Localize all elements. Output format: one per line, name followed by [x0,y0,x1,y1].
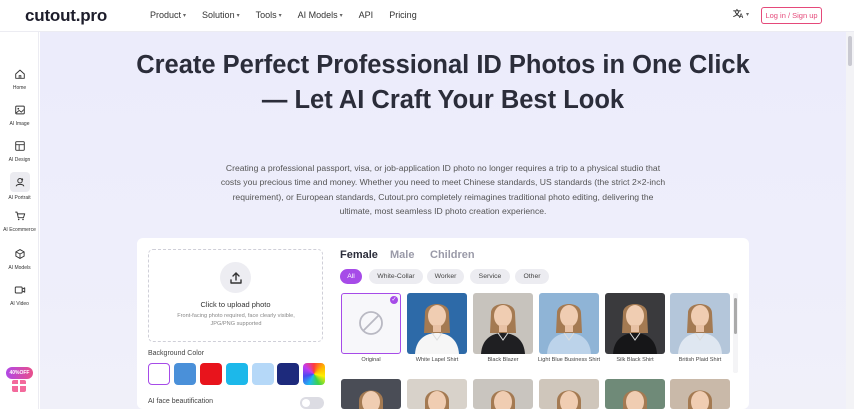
category-tab-worker[interactable]: Worker [427,269,464,284]
upload-hint: Front-facing photo required, face clearl… [177,313,295,327]
models-icon[interactable] [12,246,28,262]
style-card[interactable] [407,379,467,409]
chevron-down-icon[interactable]: ▾ [340,12,343,19]
portrait-image[interactable] [539,293,599,354]
image-icon[interactable] [12,102,28,118]
nav-item-pricing[interactable]: Pricing [389,10,417,20]
upload-title[interactable]: Click to upload photo [148,300,323,309]
tab-male[interactable]: Male [390,249,414,261]
sidebar-item-ai-video[interactable]: AI Video [0,282,39,307]
style-card[interactable] [605,379,665,409]
portrait-image[interactable] [407,293,467,354]
chevron-down-icon[interactable]: ▾ [279,12,282,19]
category-tab-service[interactable]: Service [470,269,510,284]
hero-description: Creating a professional passport, visa, … [220,163,666,216]
chevron-down-icon[interactable]: ▾ [183,12,186,19]
style-card-label: Black Blazer [487,357,519,363]
gift-icon[interactable] [12,380,26,392]
sidebar-item-home[interactable]: Home [0,66,39,91]
style-card-label: British Plaid Shirt [678,357,722,363]
portrait-image[interactable] [670,293,730,354]
sidebar-item-label[interactable]: Home [13,85,26,91]
background-swatch[interactable] [226,363,248,385]
nav-item-product[interactable]: Product ▾ [150,10,186,20]
discount-badge[interactable]: 40%OFF [6,367,33,379]
page-scrollbar[interactable] [846,32,854,409]
cart-icon[interactable] [12,208,28,224]
sidebar-item-label[interactable]: AI Design [9,157,31,163]
sidebar-item-ai-models[interactable]: AI Models [0,246,39,271]
sidebar-item-ai-ecommerce[interactable]: AI Ecommerce [0,208,39,233]
style-card-black-blazer[interactable] [473,293,533,354]
login-signup-button[interactable]: Log in / Sign up [761,7,822,24]
main-nav: Product ▾ Solution ▾ Tools ▾ AI Models ▾ API Pric… [150,10,433,20]
sidebar-item-label[interactable]: AI Video [10,301,29,307]
category-tab-white-collar[interactable]: White-Collar [369,269,423,284]
style-card-british-plaid-shirt[interactable] [670,293,730,354]
hero-title-line-1: Create Perfect Professional ID Photos in… [136,51,750,79]
style-card-label: Silk Black Shirt [616,357,654,363]
sidebar-item-label[interactable]: AI Portrait [8,195,30,201]
page-scrollbar-thumb[interactable] [848,36,852,66]
nav-item-label[interactable]: Pricing [389,10,417,20]
style-card-label: Original [361,357,381,363]
face-beautification-label: AI face beautification [148,398,213,405]
sidebar-item-ai-image[interactable]: AI Image [0,102,39,127]
style-card-label: White Lapel Shirt [415,357,459,363]
style-card[interactable] [670,379,730,409]
check-icon: ✓ [390,296,398,304]
background-color-label: Background Color [148,350,205,357]
face-beautification-toggle[interactable] [300,397,324,409]
nav-item-label[interactable]: AI Models [298,10,338,20]
sidebar-item-label[interactable]: AI Ecommerce [3,227,36,233]
portrait-image[interactable] [473,293,533,354]
sidebar-item-label[interactable]: AI Image [9,121,29,127]
style-card-silk-black-shirt[interactable] [605,293,665,354]
portrait-icon[interactable] [9,172,30,192]
sidebar: Home AI Image AI Design AI Portrait AI Ecomm… [0,32,39,409]
chevron-down-icon[interactable]: ▾ [746,11,749,18]
svg-text:A: A [739,14,744,19]
nav-item-ai-models[interactable]: AI Models ▾ [298,10,343,20]
design-icon[interactable] [12,138,28,154]
nav-item-label[interactable]: API [359,10,374,20]
nav-item-label[interactable]: Product [150,10,181,20]
nav-item-label[interactable]: Tools [256,10,277,20]
category-tab-other[interactable]: Other [515,269,549,284]
background-swatch[interactable] [252,363,274,385]
video-icon[interactable] [12,282,28,298]
style-card[interactable] [539,379,599,409]
tab-children[interactable]: Children [430,249,475,261]
hero-title: Create Perfect Professional ID Photos in… [40,48,846,118]
nav-item-label[interactable]: Solution [202,10,235,20]
style-card-white-lapel-shirt[interactable] [407,293,467,354]
styles-scrollbar-thumb[interactable] [734,298,737,334]
style-card-light-blue-business-shirt[interactable] [539,293,599,354]
sidebar-item-ai-design[interactable]: AI Design [0,138,39,163]
upload-icon[interactable] [220,262,251,293]
portrait-image[interactable] [605,293,665,354]
nav-item-solution[interactable]: Solution ▾ [202,10,240,20]
nav-item-tools[interactable]: Tools ▾ [256,10,282,20]
translate-icon[interactable]: 文A [733,8,745,22]
style-card[interactable] [341,379,401,409]
tab-female[interactable]: Female [340,249,378,261]
style-card[interactable] [473,379,533,409]
nav-item-api[interactable]: API [359,10,374,20]
sidebar-item-ai-portrait[interactable]: AI Portrait [0,172,39,201]
hero-title-line-2: — Let AI Craft Your Best Look [261,86,625,114]
style-card-original[interactable]: ✓ [341,293,401,354]
style-card-label: Light Blue Business Shirt [537,357,601,363]
chevron-down-icon[interactable]: ▾ [237,12,240,19]
category-tab-all[interactable]: All [340,269,362,284]
top-navigation-bar: cutout.pro Product ▾ Solution ▾ Tools ▾ AI Mod… [0,0,854,32]
logo[interactable]: cutout.pro [25,6,107,26]
background-swatch[interactable] [303,363,325,385]
background-swatch[interactable] [200,363,222,385]
background-swatch[interactable] [277,363,299,385]
background-swatch[interactable] [148,363,170,385]
sidebar-item-label[interactable]: AI Models [8,265,30,271]
home-icon[interactable] [12,66,28,82]
background-swatch[interactable] [174,363,196,385]
